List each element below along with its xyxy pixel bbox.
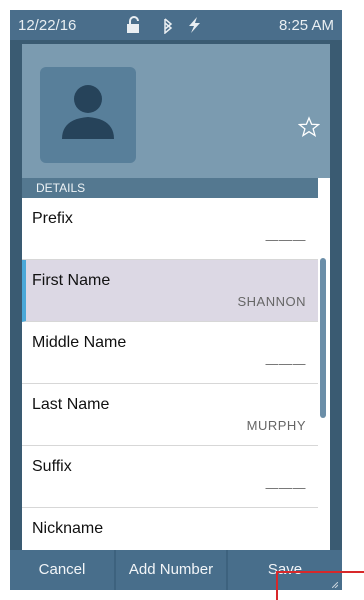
unlock-icon bbox=[127, 16, 139, 33]
field-value: MURPHY bbox=[246, 418, 306, 433]
status-time: 8:25 AM bbox=[278, 17, 334, 34]
field-prefix[interactable]: Prefix ——— bbox=[22, 198, 318, 260]
cancel-button[interactable]: Cancel bbox=[10, 550, 114, 590]
contact-card: DETAILS Prefix ——— First Name SHANNON Mi… bbox=[22, 44, 330, 550]
field-last-name[interactable]: Last Name MURPHY bbox=[22, 384, 318, 446]
field-value: ——— bbox=[265, 480, 306, 495]
field-label: Last Name bbox=[32, 396, 110, 413]
avatar[interactable] bbox=[40, 67, 136, 163]
favorite-star-icon[interactable] bbox=[298, 116, 320, 138]
field-label: First Name bbox=[32, 272, 111, 289]
field-label: Middle Name bbox=[32, 334, 127, 351]
status-bar: 12/22/16 8:25 AM bbox=[10, 10, 342, 40]
field-label: Nickname bbox=[32, 520, 104, 537]
status-icons bbox=[127, 16, 200, 34]
field-middle-name[interactable]: Middle Name ——— bbox=[22, 322, 318, 384]
person-icon bbox=[62, 85, 114, 139]
details-list: Prefix ——— First Name SHANNON Middle Nam… bbox=[22, 198, 318, 550]
field-suffix[interactable]: Suffix ——— bbox=[22, 446, 318, 508]
field-value: ——— bbox=[265, 356, 306, 371]
field-label: Suffix bbox=[32, 458, 72, 475]
phone-screen: 12/22/16 8:25 AM DETAILS Prefix ——— Firs… bbox=[10, 10, 342, 590]
field-nickname[interactable]: Nickname bbox=[22, 508, 318, 550]
field-label: Prefix bbox=[32, 210, 73, 227]
scrollbar-thumb[interactable] bbox=[320, 258, 326, 418]
field-value: ——— bbox=[265, 232, 306, 247]
contact-header bbox=[22, 44, 330, 178]
field-first-name[interactable]: First Name SHANNON bbox=[22, 260, 318, 322]
lightning-icon bbox=[189, 17, 200, 33]
add-number-button[interactable]: Add Number bbox=[116, 550, 226, 590]
bluetooth-icon bbox=[164, 18, 173, 34]
section-details: DETAILS bbox=[22, 178, 318, 198]
highlight-box bbox=[276, 571, 364, 600]
status-date: 12/22/16 bbox=[18, 17, 77, 34]
field-value: SHANNON bbox=[237, 294, 306, 309]
